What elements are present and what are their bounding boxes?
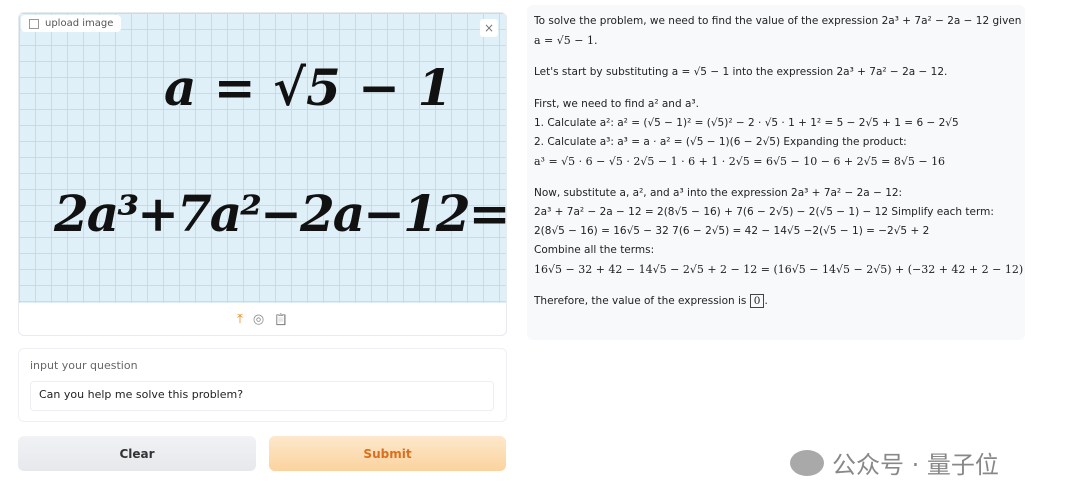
- answer-line: To solve the problem, we need to find th…: [534, 15, 1024, 27]
- answer-line: a³ = √5 · 6 − √5 · 2√5 − 1 · 6 + 1 · 2√5…: [534, 155, 946, 168]
- answer-line: First, we need to find a² and a³.: [534, 98, 699, 110]
- image-upload-box[interactable]: a = √5 − 1 2a³+7a²−2a−12=? upload image …: [18, 12, 507, 336]
- answer-line: 1. Calculate a²: a² = (√5 − 1)² = (√5)² …: [534, 117, 959, 129]
- answer-line: a = √5 − 1.: [534, 34, 598, 47]
- equation-text: 2a³+7a²−2a−12=: [54, 184, 507, 243]
- answer-line: 2a³ + 7a² − 2a − 12 = 2(8√5 − 16) + 7(6 …: [534, 206, 994, 218]
- answer-line: 16√5 − 32 + 42 − 14√5 − 2√5 + 2 − 12 = (…: [534, 263, 1024, 276]
- answer-line: Combine all the terms:: [534, 244, 655, 256]
- close-icon[interactable]: ×: [480, 19, 498, 37]
- answer-conclusion: Therefore, the value of the expression i…: [534, 292, 1024, 311]
- submit-button[interactable]: Submit: [269, 436, 506, 471]
- question-label: input your question: [30, 359, 138, 372]
- watermark-text: 公众号 · 量子位: [832, 451, 999, 479]
- equation-line-2: 2a³+7a²−2a−12=?: [54, 173, 507, 247]
- webcam-icon[interactable]: ◎: [253, 312, 264, 327]
- upload-icon[interactable]: ⤒: [237, 312, 243, 327]
- upload-image-label: upload image: [21, 15, 122, 32]
- answer-panel: To solve the problem, we need to find th…: [527, 5, 1025, 340]
- final-answer: 0: [749, 294, 765, 308]
- answer-line: 2(8√5 − 16) = 16√5 − 32 7(6 − 2√5) = 42 …: [534, 225, 930, 237]
- upload-label-text: upload image: [45, 18, 114, 29]
- answer-text: To solve the problem, we need to find th…: [534, 12, 1024, 311]
- question-box: input your question Can you help me solv…: [18, 348, 507, 422]
- conclusion-text: Therefore, the value of the expression i…: [534, 295, 747, 307]
- uploaded-image: a = √5 − 1 2a³+7a²−2a−12=?: [19, 13, 506, 303]
- answer-line: Let's start by substituting a = √5 − 1 i…: [534, 66, 948, 78]
- image-toolbar: ⤒ ◎ 📋: [19, 303, 506, 335]
- equation-line-1: a = √5 − 1: [164, 58, 453, 117]
- answer-line: Now, substitute a, a², and a³ into the e…: [534, 187, 903, 199]
- wechat-logo-icon: [790, 449, 824, 476]
- answer-line: 2. Calculate a³: a³ = a · a² = (√5 − 1)(…: [534, 136, 907, 148]
- question-input[interactable]: Can you help me solve this problem?: [30, 381, 494, 411]
- image-icon: [29, 18, 39, 29]
- clipboard-icon[interactable]: 📋: [274, 313, 288, 326]
- final-punct: .: [764, 295, 768, 307]
- clear-button[interactable]: Clear: [18, 436, 256, 471]
- watermark: 公众号 · 量子位: [790, 445, 999, 480]
